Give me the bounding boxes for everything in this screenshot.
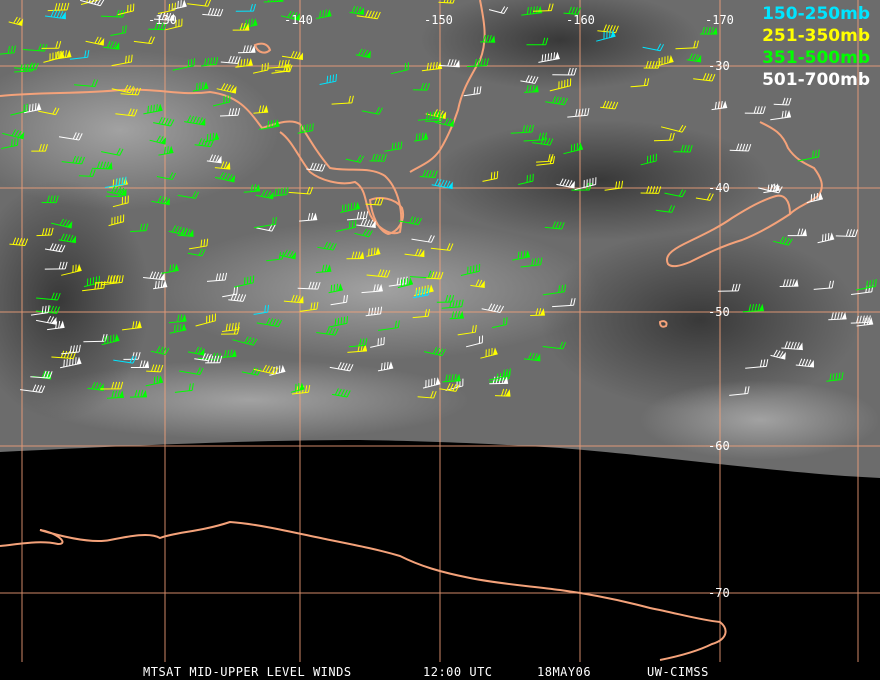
observation-time: 12:00 UTC bbox=[423, 665, 493, 679]
satellite-wind-map: -130 -140 -150 -160 -170 -30 -40 -50 -60… bbox=[0, 0, 880, 680]
longitude-label: -130 bbox=[148, 13, 177, 27]
latitude-label: -50 bbox=[708, 305, 730, 319]
caption-bar: MTSAT MID-UPPER LEVEL WINDS 12:00 UTC 18… bbox=[0, 662, 880, 680]
longitude-label: -160 bbox=[566, 13, 595, 27]
legend-item-150-250mb: 150-250mb bbox=[762, 4, 870, 24]
antarctica-coast bbox=[0, 520, 727, 661]
observation-date: 18MAY06 bbox=[537, 665, 592, 679]
legend-item-351-500mb: 351-500mb bbox=[762, 48, 870, 68]
longitude-label: -140 bbox=[284, 13, 313, 27]
longitude-label: -170 bbox=[705, 13, 734, 27]
product-title: MTSAT MID-UPPER LEVEL WINDS bbox=[143, 665, 352, 679]
legend-item-251-350mb: 251-350mb bbox=[762, 26, 870, 46]
source-credit: UW-CIMSS bbox=[647, 665, 709, 679]
latitude-label: -60 bbox=[708, 439, 730, 453]
longitude-label: -150 bbox=[424, 13, 453, 27]
latitude-label: -30 bbox=[708, 59, 730, 73]
latitude-label: -70 bbox=[708, 586, 730, 600]
map-canvas bbox=[0, 0, 880, 662]
legend-item-501-700mb: 501-700mb bbox=[762, 70, 870, 90]
latitude-label: -40 bbox=[708, 181, 730, 195]
